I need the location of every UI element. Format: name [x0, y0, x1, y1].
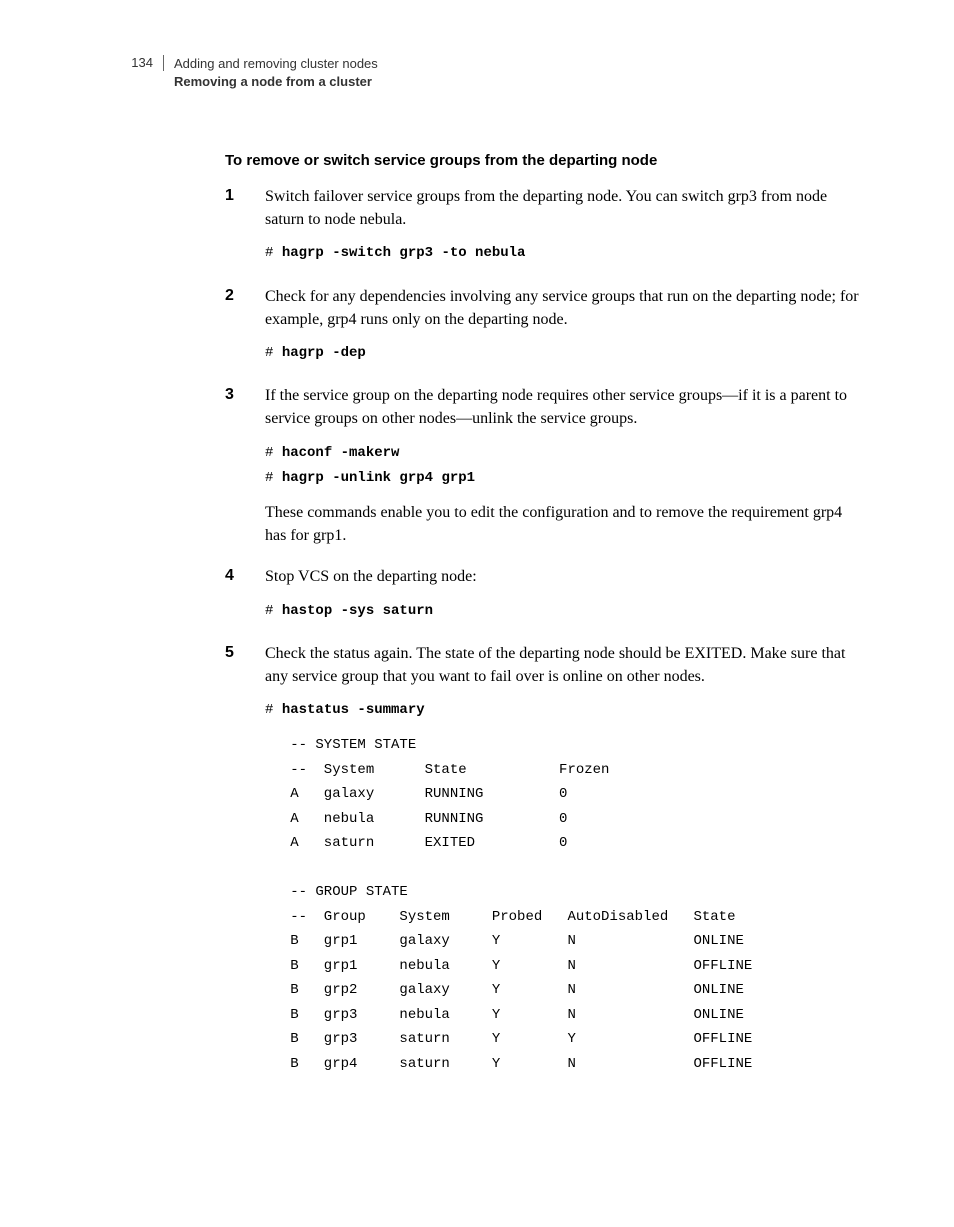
intro-title: To remove or switch service groups from … [225, 150, 859, 171]
step-text: Stop VCS on the departing node: [265, 565, 859, 588]
command: hagrp -switch grp3 -to nebula [282, 245, 526, 261]
page: 134 Adding and removing cluster nodes Re… [0, 0, 954, 1227]
page-header: 134 Adding and removing cluster nodes Re… [125, 55, 859, 90]
header-chapter: Adding and removing cluster nodes [174, 55, 378, 73]
command-block: # hastop -sys saturn [265, 599, 859, 624]
header-section: Removing a node from a cluster [174, 73, 378, 91]
command-block: # hastatus -summary [265, 698, 859, 723]
command: hagrp -unlink grp4 grp1 [282, 470, 475, 486]
step-after-text: These commands enable you to edit the co… [265, 501, 859, 547]
command-block: # hagrp -switch grp3 -to nebula [265, 241, 859, 266]
step-1: Switch failover service groups from the … [225, 185, 859, 267]
command: hagrp -dep [282, 345, 366, 361]
step-3: If the service group on the departing no… [225, 384, 859, 547]
step-text: Check for any dependencies involving any… [265, 285, 859, 331]
status-output: -- SYSTEM STATE -- System State Frozen A… [265, 733, 859, 1076]
step-5: Check the status again. The state of the… [225, 642, 859, 1077]
header-text: Adding and removing cluster nodes Removi… [164, 55, 378, 90]
steps-list: Switch failover service groups from the … [225, 185, 859, 1076]
step-text: Switch failover service groups from the … [265, 185, 859, 231]
command: haconf -makerw [282, 445, 400, 461]
command-block: # hagrp -dep [265, 341, 859, 366]
command-block: # haconf -makerw # hagrp -unlink grp4 gr… [265, 441, 859, 491]
content: To remove or switch service groups from … [225, 150, 859, 1076]
step-text: If the service group on the departing no… [265, 384, 859, 430]
command: hastatus -summary [282, 702, 425, 718]
command: hastop -sys saturn [282, 603, 433, 619]
page-number: 134 [125, 55, 164, 71]
step-text: Check the status again. The state of the… [265, 642, 859, 688]
step-2: Check for any dependencies involving any… [225, 285, 859, 367]
step-4: Stop VCS on the departing node: # hastop… [225, 565, 859, 623]
